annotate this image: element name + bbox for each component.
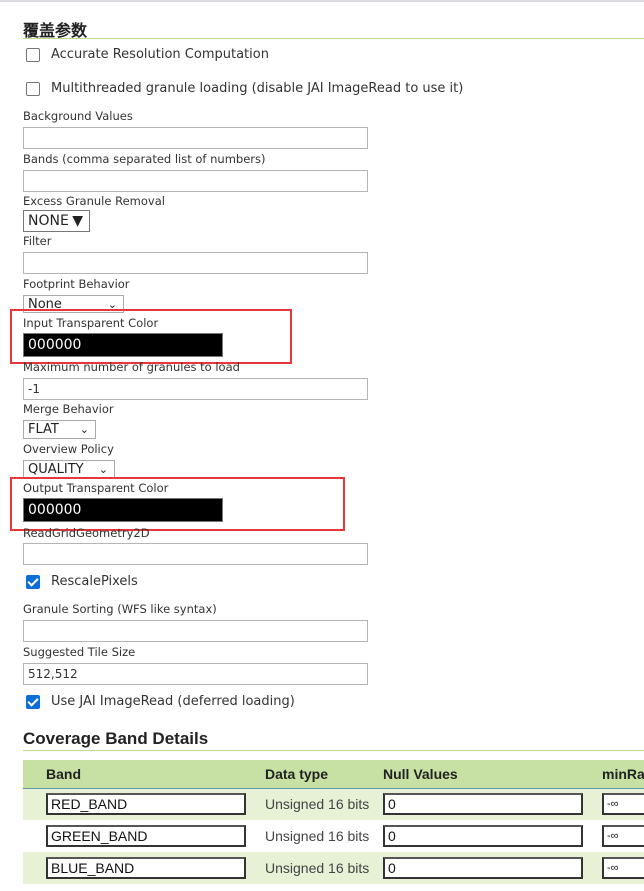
- rescale-pixels-checkbox[interactable]: [26, 575, 40, 589]
- top-bar: [0, 0, 644, 2]
- table-row: Unsigned 16 bits: [23, 820, 644, 852]
- granule-sorting-label: Granule Sorting (WFS like syntax): [23, 602, 217, 616]
- accurate-resolution-label: Accurate Resolution Computation: [51, 47, 269, 62]
- overview-policy-select[interactable]: QUALITY ⌄: [23, 460, 115, 478]
- min-range-input[interactable]: [602, 857, 644, 879]
- tile-size-input[interactable]: [23, 663, 368, 685]
- multithreaded-label: Multithreaded granule loading (disable J…: [51, 81, 464, 96]
- merge-behavior-value: FLAT: [28, 422, 59, 437]
- chevron-down-icon: ⌄: [79, 423, 89, 436]
- use-jai-label: Use JAI ImageRead (deferred loading): [51, 694, 295, 709]
- col-null-values: Null Values: [383, 760, 602, 789]
- tile-size-label: Suggested Tile Size: [23, 645, 136, 659]
- filter-input[interactable]: [23, 252, 368, 274]
- readgrid-input[interactable]: [23, 543, 368, 565]
- null-value-input[interactable]: [383, 857, 583, 879]
- min-range-input[interactable]: [602, 793, 644, 816]
- null-value-input[interactable]: [383, 825, 583, 847]
- output-color-label: Output Transparent Color: [23, 481, 169, 495]
- accurate-resolution-checkbox[interactable]: [26, 48, 40, 62]
- divider: [23, 38, 644, 39]
- table-row: Unsigned 16 bits: [23, 788, 644, 820]
- band-name-input[interactable]: [46, 857, 246, 879]
- table-header-row: Band Data type Null Values minRa: [23, 760, 644, 789]
- background-values-input[interactable]: [23, 127, 368, 149]
- bands-input[interactable]: [23, 170, 368, 192]
- col-min-range: minRa: [602, 760, 644, 789]
- overview-policy-label: Overview Policy: [23, 442, 114, 456]
- col-band: Band: [46, 760, 265, 789]
- band-table: BandData typeNull ValuesminRa Unsigned 1…: [23, 760, 644, 884]
- divider: [23, 750, 644, 751]
- caret-down-icon: ▼: [72, 213, 83, 229]
- max-granules-input[interactable]: [23, 378, 368, 400]
- null-value-input[interactable]: [383, 793, 583, 816]
- footprint-label: Footprint Behavior: [23, 277, 130, 291]
- min-range-input[interactable]: [602, 825, 644, 847]
- background-values-label: Background Values: [23, 109, 133, 123]
- overview-policy-value: QUALITY: [28, 462, 84, 477]
- merge-behavior-label: Merge Behavior: [23, 402, 114, 416]
- band-details-title: Coverage Band Details: [23, 729, 209, 748]
- band-name-input[interactable]: [46, 793, 246, 816]
- readgrid-label: ReadGridGeometry2D: [23, 526, 150, 540]
- band-name-input[interactable]: [46, 825, 246, 847]
- input-color-label: Input Transparent Color: [23, 316, 159, 330]
- excess-granule-select[interactable]: NONE ▼: [23, 210, 90, 232]
- merge-behavior-select[interactable]: FLAT ⌄: [23, 420, 96, 439]
- col-data-type: Data type: [265, 760, 383, 789]
- granule-sorting-input[interactable]: [23, 620, 368, 642]
- table-row: Unsigned 16 bits: [23, 852, 644, 884]
- data-type: Unsigned 16 bits: [265, 788, 383, 820]
- max-granules-label: Maximum number of granules to load: [23, 360, 240, 374]
- output-transparent-color-input[interactable]: 000000: [23, 498, 223, 522]
- multithreaded-checkbox[interactable]: [26, 82, 40, 96]
- excess-granule-value: NONE: [28, 213, 69, 229]
- data-type: Unsigned 16 bits: [265, 828, 370, 844]
- filter-label: Filter: [23, 234, 52, 248]
- excess-granule-label: Excess Granule Removal: [23, 194, 165, 208]
- bands-label: Bands (comma separated list of numbers): [23, 152, 266, 166]
- use-jai-checkbox[interactable]: [26, 695, 40, 709]
- input-transparent-color-input[interactable]: 000000: [23, 333, 223, 357]
- data-type: Unsigned 16 bits: [265, 852, 383, 884]
- rescale-pixels-label: RescalePixels: [51, 574, 138, 589]
